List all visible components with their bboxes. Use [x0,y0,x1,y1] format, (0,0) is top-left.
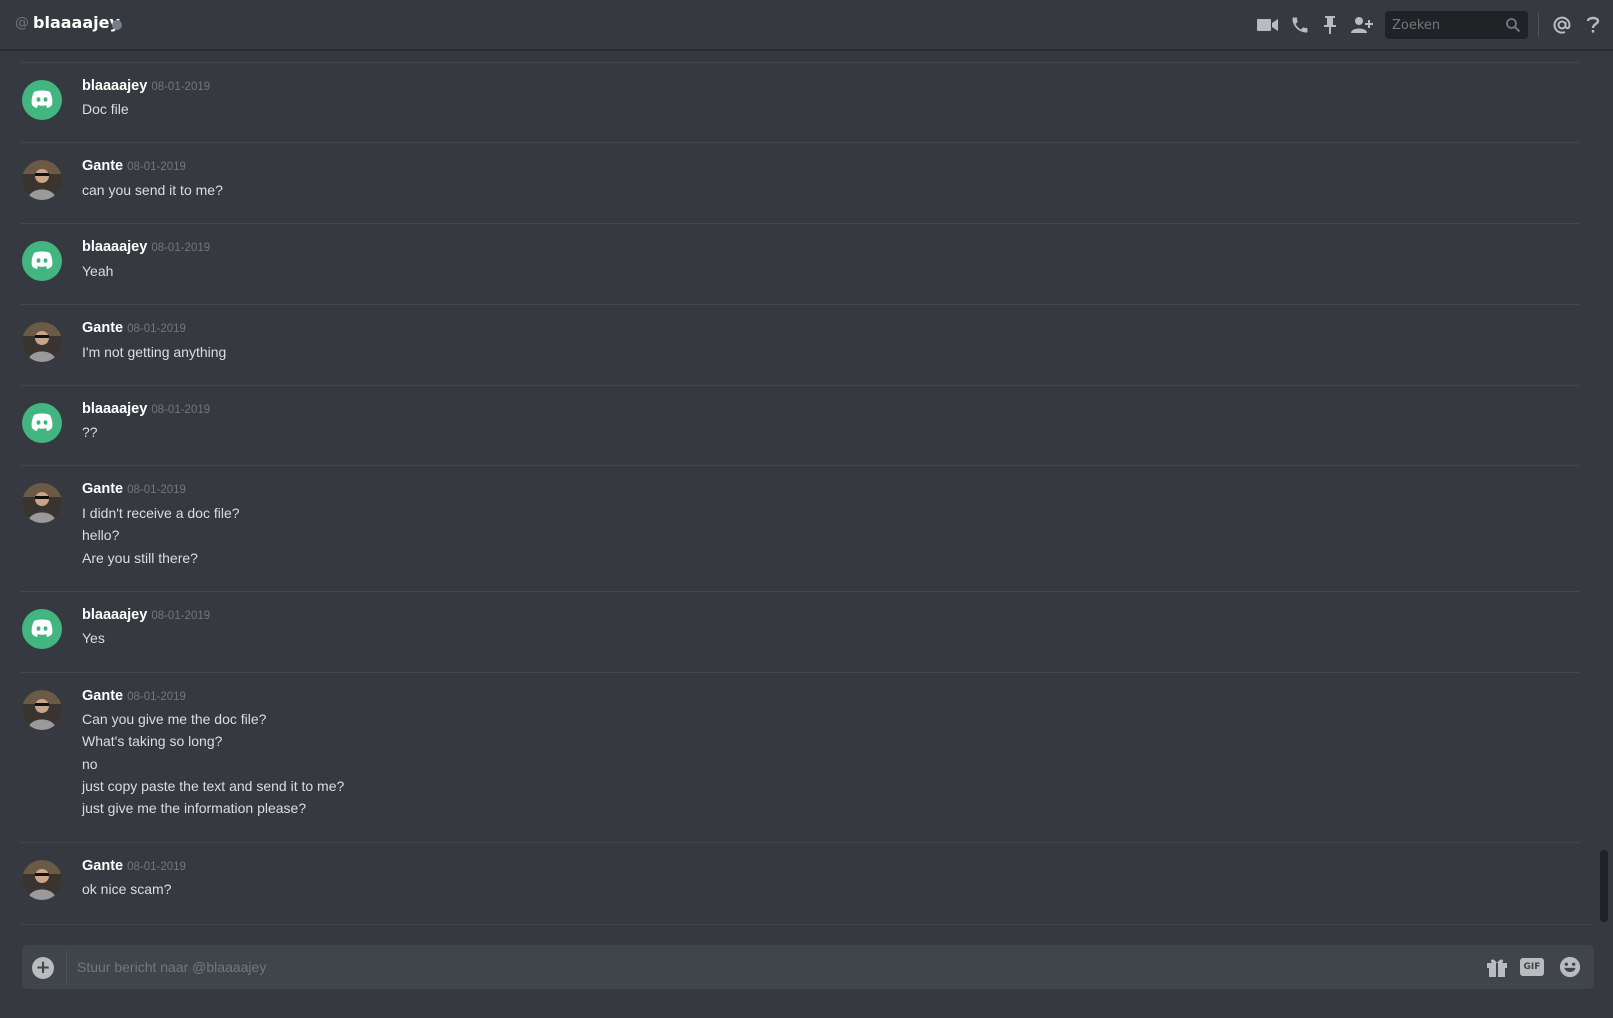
status-indicator [112,20,122,30]
help-icon[interactable] [1581,13,1605,37]
upload-icon[interactable]: + [32,957,54,979]
message-text: just give me the information please? [82,800,307,816]
message-author[interactable]: Gante 08-01-2019 [82,158,186,174]
message-text: I'm not getting anything [82,344,227,360]
message-author[interactable]: blaaaajey 08-01-2019 [82,401,210,417]
message-text: I didn't receive a doc file? [82,505,240,521]
message-timestamp: 08-01-2019 [151,81,211,93]
message-text: What's taking so long? [82,733,223,749]
messages-divider [20,924,1593,925]
discord-default-avatar[interactable] [22,80,62,120]
message-group: Gante 08-01-2019 I didn't receive a doc f… [20,465,1580,591]
message-input[interactable] [77,945,1477,989]
message-timestamp: 08-01-2019 [127,323,186,335]
user-photo-avatar[interactable] [22,860,62,900]
gift-icon[interactable] [1485,956,1509,978]
message-author[interactable]: blaaaajey 08-01-2019 [82,607,210,623]
search-icon[interactable] [1505,17,1521,33]
message-author[interactable]: blaaaajey 08-01-2019 [82,239,210,255]
search-box[interactable] [1385,11,1528,39]
message-author[interactable]: blaaaajey 08-01-2019 [82,78,210,94]
message-group: blaaaajey 08-01-2019 Yes [20,591,1580,672]
message-text: Yes [82,630,105,646]
user-photo-avatar[interactable] [22,160,62,200]
at-icon: @ [15,15,29,31]
message-group: Gante 08-01-2019 can you send it to me? [20,142,1580,223]
message-author[interactable]: Gante 08-01-2019 [82,858,186,874]
message-timestamp: 08-01-2019 [151,242,211,254]
message-group: blaaaajey 08-01-2019 Doc file [20,62,1580,142]
message-group: blaaaajey 08-01-2019 ?? [20,385,1580,465]
message-text: just copy paste the text and send it to … [82,778,345,794]
message-timestamp: 08-01-2019 [127,861,186,873]
message-group: Gante 08-01-2019 ok nice scam? [20,842,1580,922]
discord-default-avatar[interactable] [22,609,62,649]
gif-icon[interactable]: GIF [1520,958,1544,976]
message-text: Yeah [82,263,114,279]
message-list[interactable]: blaaaajey 08-01-2019 Doc file Gante 08-01-… [0,50,1600,924]
message-timestamp: 08-01-2019 [127,161,186,173]
message-group: blaaaajey 08-01-2019 Yeah [20,223,1580,304]
mentions-icon[interactable] [1550,13,1574,37]
message-text: ?? [82,424,98,440]
message-timestamp: 08-01-2019 [127,484,186,496]
message-group: Gante 08-01-2019 Can you give me the doc … [20,672,1580,842]
pin-icon[interactable] [1318,13,1342,37]
user-photo-avatar[interactable] [22,690,62,730]
message-text: Doc file [82,101,129,117]
user-photo-avatar[interactable] [22,322,62,362]
message-text: can you send it to me? [82,182,223,198]
message-author[interactable]: Gante 08-01-2019 [82,688,186,704]
discord-default-avatar[interactable] [22,403,62,443]
message-timestamp: 08-01-2019 [151,404,211,416]
add-friend-icon[interactable] [1350,13,1374,37]
message-author[interactable]: Gante 08-01-2019 [82,320,186,336]
message-text: Are you still there? [82,550,198,566]
message-text: ok nice scam? [82,881,172,897]
message-timestamp: 08-01-2019 [151,610,211,622]
channel-name: blaaaajey [33,13,120,32]
message-timestamp: 08-01-2019 [127,691,186,703]
message-text: hello? [82,527,120,543]
message-composer: + GIF [22,945,1594,989]
discord-default-avatar[interactable] [22,241,62,281]
message-group: Gante 08-01-2019 I'm not getting anything [20,304,1580,385]
video-call-icon[interactable] [1256,13,1280,37]
message-text: Can you give me the doc file? [82,711,267,727]
emoji-icon[interactable] [1558,956,1582,978]
search-input[interactable] [1385,11,1500,39]
voice-call-icon[interactable] [1288,13,1312,37]
header-divider [1538,13,1539,37]
message-author[interactable]: Gante 08-01-2019 [82,481,186,497]
message-text: no [82,756,98,772]
channel-header: @ blaaaajey [0,0,1613,50]
scrollbar-thumb[interactable] [1600,850,1608,922]
user-photo-avatar[interactable] [22,483,62,523]
composer-divider [66,950,67,984]
